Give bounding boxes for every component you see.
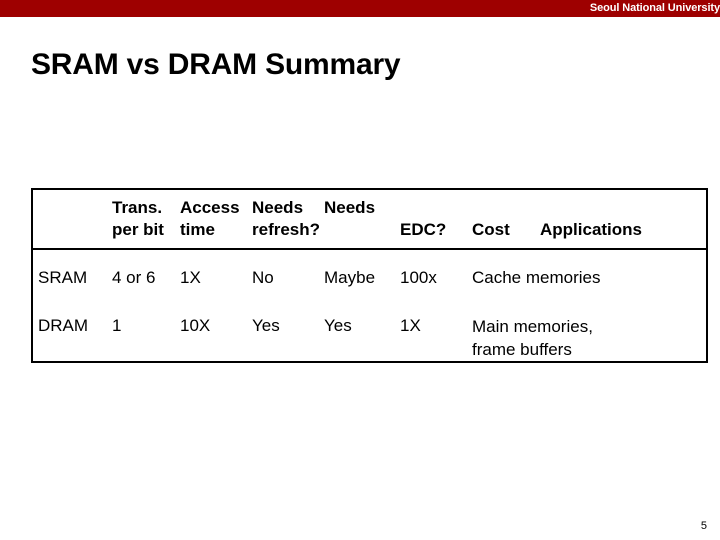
column-header-cost: Cost	[472, 220, 510, 239]
table-row-dram-name: DRAM	[38, 316, 89, 335]
slide-page-number: 5	[700, 520, 707, 532]
table-row-sram-trans-per-bit: 4 or 6	[112, 268, 156, 287]
table-row-sram-applications: Cache memories	[472, 268, 601, 287]
table-row-sram-needs-edc: Maybe	[324, 268, 376, 287]
university-banner: Seoul National University	[0, 0, 720, 17]
column-header-needs-refresh-line2: refresh?	[252, 220, 321, 239]
table-row-sram-cost: 100x	[400, 268, 437, 287]
table-row-dram-cost: 1X	[400, 316, 421, 335]
column-header-access-time-line2: time	[180, 220, 215, 239]
table-row-dram-needs-edc: Yes	[324, 316, 352, 335]
table-row-dram-needs-refresh: Yes	[252, 316, 280, 335]
column-header-needs-edc-line1: Needs	[324, 198, 376, 217]
table-header-row: Trans. per bit Access time Needs refresh…	[33, 190, 706, 250]
table-row-dram-access-time: 10X	[180, 316, 211, 335]
table-row-sram-needs-refresh: No	[252, 268, 274, 287]
table-body: SRAM 4 or 6 1X No Maybe 100x Cache memor…	[33, 250, 706, 363]
table-row-dram-applications: Main memories, frame buffers	[472, 317, 593, 359]
table-row-sram-access-time: 1X	[180, 268, 201, 287]
column-header-trans-per-bit-line1: Trans.	[112, 198, 163, 217]
column-header-needs-edc-line2: EDC?	[400, 220, 447, 239]
page-title: SRAM vs DRAM Summary	[31, 48, 401, 81]
table-row-sram-name: SRAM	[38, 268, 88, 287]
table-row-dram-trans-per-bit: 1	[112, 316, 122, 335]
column-header-trans-per-bit-line2: per bit	[112, 220, 164, 239]
sram-dram-comparison-table: Trans. per bit Access time Needs refresh…	[31, 188, 708, 363]
column-header-access-time-line1: Access	[180, 198, 240, 217]
column-header-applications: Applications	[540, 220, 643, 239]
university-name-label: Seoul National University	[589, 2, 720, 14]
column-header-needs-refresh-line1: Needs	[252, 198, 304, 217]
